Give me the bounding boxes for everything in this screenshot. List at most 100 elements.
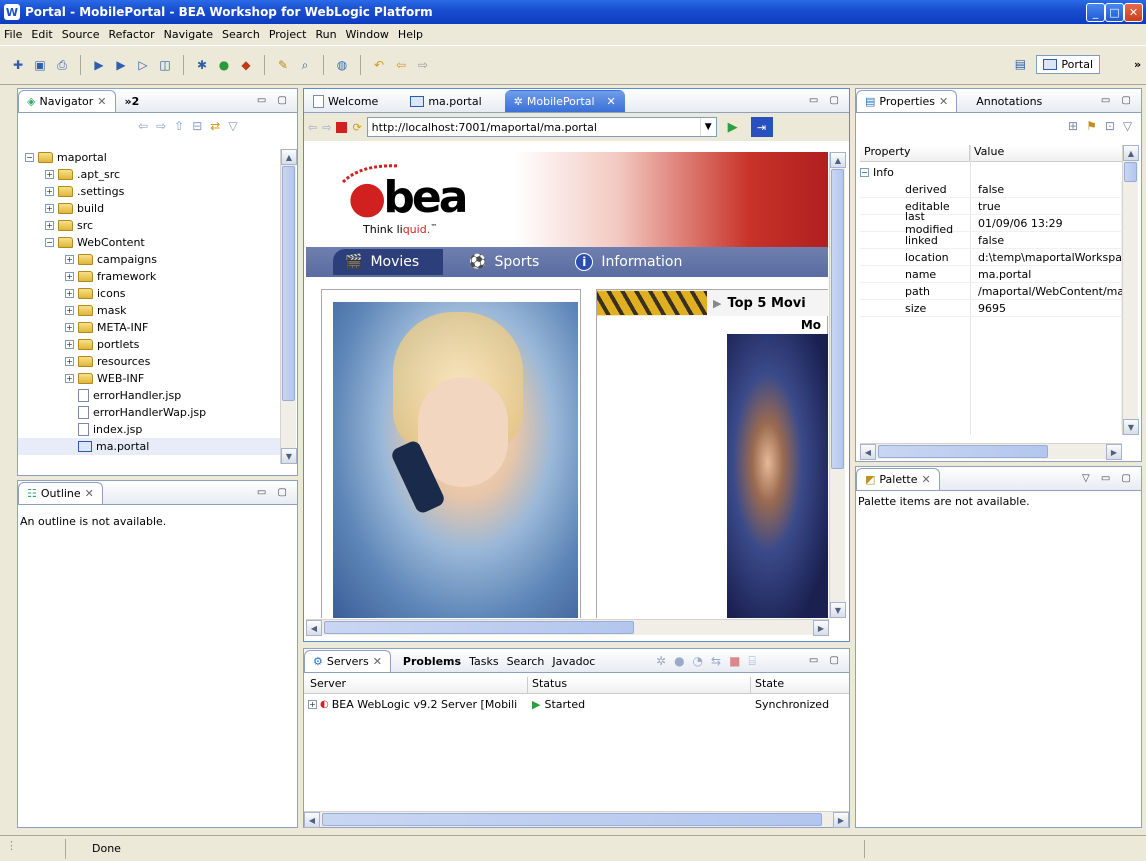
expand-icon[interactable]: + bbox=[65, 323, 74, 332]
scroll-thumb[interactable] bbox=[878, 445, 1048, 458]
minimize-maximize-icons[interactable]: ▭ ▢ bbox=[1101, 95, 1135, 106]
tab-tasks[interactable]: Tasks bbox=[465, 650, 502, 672]
expand-icon[interactable]: + bbox=[308, 700, 317, 709]
debug-icon[interactable]: ✱ bbox=[194, 57, 210, 73]
tab-problems[interactable]: Problems bbox=[399, 650, 465, 672]
menu-navigate[interactable]: Navigate bbox=[164, 28, 213, 41]
tab-servers[interactable]: ⚙ Servers ✕ bbox=[304, 650, 391, 672]
scroll-thumb[interactable] bbox=[324, 621, 634, 634]
categories-icon[interactable]: ⊞ bbox=[1068, 119, 1078, 133]
menu-search[interactable]: Search bbox=[222, 28, 260, 41]
property-row[interactable]: last modified 01/09/06 13:29 bbox=[860, 210, 1122, 236]
tree-item[interactable]: + icons bbox=[18, 285, 280, 302]
close-icon[interactable]: ✕ bbox=[939, 95, 948, 108]
open-perspective-icon[interactable]: ▤ bbox=[1012, 56, 1028, 72]
tree-item[interactable]: + src bbox=[18, 217, 280, 234]
servers-hscroll[interactable]: ◀ ▶ bbox=[304, 811, 849, 828]
open-external-icon[interactable]: ⇥ bbox=[750, 117, 773, 137]
build-icon[interactable]: ▶ bbox=[91, 57, 107, 73]
view-menu-icon[interactable]: ▽ bbox=[228, 119, 237, 133]
property-row[interactable]: linked false bbox=[860, 232, 1122, 249]
col-value[interactable]: Value bbox=[970, 145, 1122, 161]
collapse-icon[interactable]: − bbox=[25, 153, 34, 162]
tab-ma-portal[interactable]: ma.portal bbox=[401, 90, 490, 112]
collapse-icon[interactable]: − bbox=[45, 238, 54, 247]
tree-item[interactable]: + .apt_src bbox=[18, 166, 280, 183]
expand-icon[interactable]: + bbox=[65, 357, 74, 366]
scroll-down-icon[interactable]: ▼ bbox=[281, 448, 297, 464]
menu-file[interactable]: File bbox=[4, 28, 22, 41]
tree-item[interactable]: + portlets bbox=[18, 336, 280, 353]
scroll-up-icon[interactable]: ▲ bbox=[281, 149, 297, 165]
external-tools-icon[interactable]: ◆ bbox=[238, 57, 254, 73]
stop-server-icon[interactable]: ■ bbox=[729, 654, 740, 669]
close-icon[interactable]: ✕ bbox=[85, 487, 94, 500]
expand-icon[interactable]: + bbox=[45, 187, 54, 196]
scroll-thumb[interactable] bbox=[1124, 162, 1137, 182]
tree-root[interactable]: − maportal bbox=[18, 149, 280, 166]
scroll-up-icon[interactable]: ▲ bbox=[1123, 145, 1139, 161]
property-row[interactable]: name ma.portal bbox=[860, 266, 1122, 283]
scroll-right-icon[interactable]: ▶ bbox=[833, 812, 849, 828]
tab-welcome[interactable]: Welcome bbox=[304, 90, 387, 112]
tab-search[interactable]: Search bbox=[503, 650, 549, 672]
menu-run[interactable]: Run bbox=[315, 28, 336, 41]
url-field[interactable]: http://localhost:7001/maportal/ma.portal… bbox=[366, 117, 717, 137]
nav-sports[interactable]: ⚽ Sports bbox=[469, 254, 539, 270]
expand-icon[interactable]: + bbox=[65, 272, 74, 281]
close-icon[interactable]: ✕ bbox=[922, 473, 931, 486]
chevron-down-icon[interactable]: ▼ bbox=[699, 118, 716, 136]
back-icon[interactable]: ⇦ bbox=[138, 119, 148, 133]
collapse-icon[interactable]: − bbox=[860, 168, 869, 177]
property-row[interactable]: path/maportal/WebContent/ma... bbox=[860, 283, 1122, 300]
tab-overflow[interactable]: »2 bbox=[116, 90, 149, 112]
menu-help[interactable]: Help bbox=[398, 28, 423, 41]
publish-icon[interactable]: ⇆ bbox=[711, 654, 721, 669]
minimize-button[interactable]: _ bbox=[1086, 3, 1105, 22]
tab-annotations[interactable]: Annotations bbox=[967, 90, 1051, 112]
stop-icon[interactable] bbox=[336, 121, 348, 133]
navigator-vscroll[interactable]: ▲ ▼ bbox=[280, 149, 297, 464]
minimize-maximize-icons[interactable]: ▭ ▢ bbox=[809, 95, 843, 106]
tab-mobileportal[interactable]: ✲ MobilePortal ✕ bbox=[504, 90, 625, 112]
tree-item[interactable]: + framework bbox=[18, 268, 280, 285]
debug-server-icon[interactable]: ✲ bbox=[656, 654, 666, 669]
open-type-icon[interactable]: ✎ bbox=[275, 57, 291, 73]
print-icon[interactable]: ⎙ bbox=[54, 57, 70, 73]
expand-icon[interactable]: + bbox=[65, 340, 74, 349]
last-edit-icon[interactable]: ↶ bbox=[371, 57, 387, 73]
restore-defaults-icon[interactable]: ⊡ bbox=[1105, 119, 1115, 133]
scroll-right-icon[interactable]: ▶ bbox=[1106, 444, 1122, 460]
expand-icon[interactable]: + bbox=[45, 221, 54, 230]
new-icon[interactable]: ✚ bbox=[10, 57, 26, 73]
col-server[interactable]: Server bbox=[304, 677, 528, 693]
scroll-thumb[interactable] bbox=[831, 169, 844, 469]
col-property[interactable]: Property bbox=[860, 145, 970, 161]
menu-window[interactable]: Window bbox=[346, 28, 389, 41]
expand-icon[interactable]: + bbox=[65, 255, 74, 264]
tree-item[interactable]: ma.portal bbox=[18, 438, 280, 455]
menu-refactor[interactable]: Refactor bbox=[109, 28, 155, 41]
back-icon[interactable]: ⇦ bbox=[308, 121, 317, 134]
expand-icon[interactable]: + bbox=[65, 306, 74, 315]
scroll-down-icon[interactable]: ▼ bbox=[1123, 419, 1139, 435]
start-server-icon[interactable]: ● bbox=[674, 654, 684, 669]
up-icon[interactable]: ⇧ bbox=[174, 119, 184, 133]
nav-information[interactable]: i Information bbox=[575, 253, 682, 271]
perspective-portal-button[interactable]: Portal bbox=[1036, 54, 1100, 74]
tree-item[interactable]: + build bbox=[18, 200, 280, 217]
property-row[interactable]: location d:\temp\maportalWorkspa... bbox=[860, 249, 1122, 266]
save-icon[interactable]: ▣ bbox=[32, 57, 48, 73]
back-icon[interactable]: ⇦ bbox=[393, 57, 409, 73]
col-state[interactable]: State bbox=[751, 677, 849, 693]
tab-javadoc[interactable]: Javadoc bbox=[548, 650, 599, 672]
clean-icon[interactable]: ◫ bbox=[157, 57, 173, 73]
scroll-up-icon[interactable]: ▲ bbox=[830, 152, 846, 168]
forward-icon[interactable]: ⇨ bbox=[415, 57, 431, 73]
properties-hscroll[interactable]: ◀ ▶ bbox=[860, 443, 1122, 460]
tree-item[interactable]: + WEB-INF bbox=[18, 370, 280, 387]
filter-icon[interactable]: ⚑ bbox=[1086, 119, 1097, 133]
close-icon[interactable]: ✕ bbox=[97, 95, 106, 108]
build-all-icon[interactable]: ▶ bbox=[113, 57, 129, 73]
browser-hscroll[interactable]: ◀ ▶ bbox=[306, 619, 829, 636]
